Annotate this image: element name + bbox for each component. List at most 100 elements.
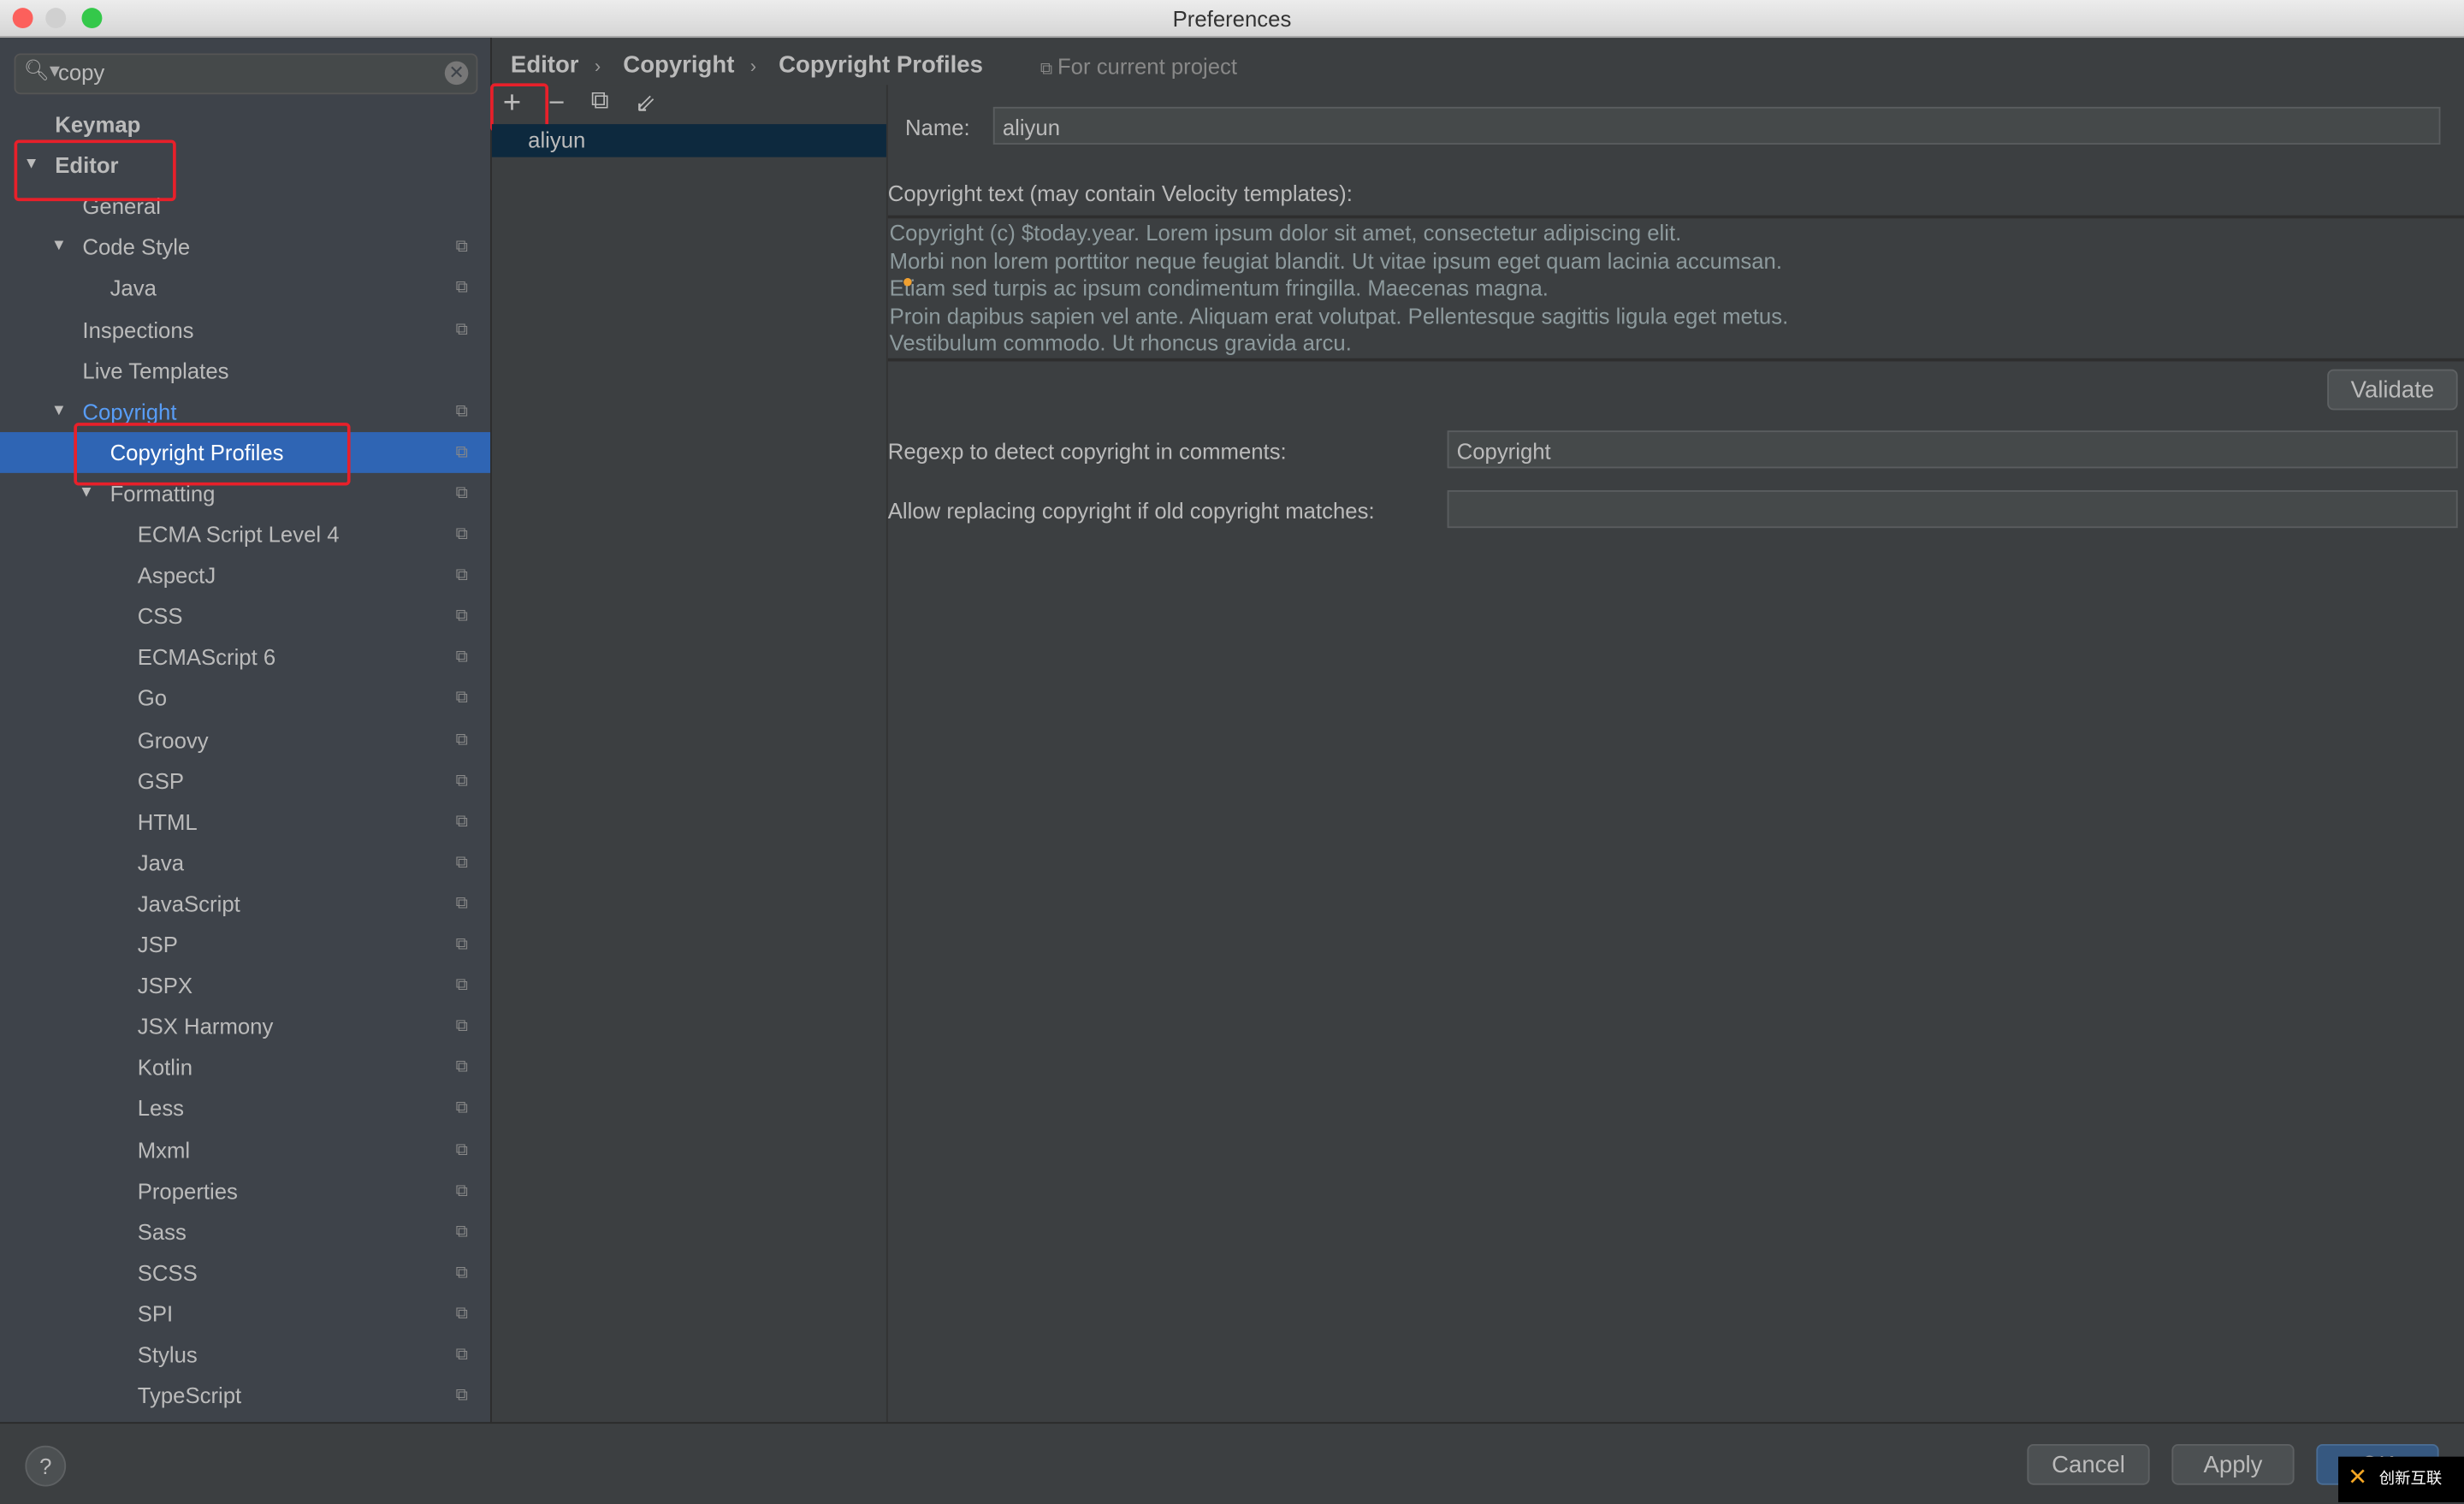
project-scope-icon: ⧉ bbox=[455, 401, 469, 421]
preferences-window: Preferences 🔍︎▾ copy ✕ Keymap ▼ Editor Gene… bbox=[0, 0, 2464, 1504]
project-scope-icon: ⧉ bbox=[455, 278, 469, 298]
watermark-logo: ✕ 创新互联 bbox=[2338, 1456, 2464, 1502]
zoom-window-button[interactable] bbox=[81, 8, 103, 29]
project-scope-icon: ⧉ bbox=[455, 771, 469, 790]
profiles-panel bbox=[491, 85, 888, 1424]
tree-item-label: ECMA Script Level 4 bbox=[137, 521, 340, 548]
project-scope-icon: ⧉ bbox=[455, 442, 469, 462]
tree-item[interactable]: ECMA Script Level 4 ⧉ bbox=[0, 514, 490, 555]
tree-item-label: Sass bbox=[137, 1218, 187, 1245]
clear-icon[interactable]: ✕ bbox=[444, 61, 469, 86]
tree-item[interactable]: Java ⧉ bbox=[0, 268, 490, 309]
tree-item-label: AspectJ bbox=[137, 562, 216, 589]
tree-item-label: CSS bbox=[137, 603, 183, 630]
tree-item-label: Java bbox=[137, 850, 185, 875]
project-scope-icon: ⧉ bbox=[455, 565, 469, 585]
tree-item[interactable]: Stylus ⧉ bbox=[0, 1334, 490, 1375]
tree-item[interactable]: JSX Harmony ⧉ bbox=[0, 1006, 490, 1047]
tree-item[interactable]: Properties ⧉ bbox=[0, 1170, 490, 1211]
search-input[interactable]: 🔍︎▾ copy ✕ bbox=[14, 53, 478, 95]
tree-item[interactable]: Less ⧉ bbox=[0, 1088, 490, 1129]
tree-item-label: ECMAScript 6 bbox=[137, 644, 276, 670]
project-scope-icon: ⧉ bbox=[455, 1098, 469, 1118]
tree-item[interactable]: Live Templates bbox=[0, 350, 490, 391]
highlight-editor bbox=[14, 139, 176, 202]
allow-replacing-field[interactable] bbox=[1447, 490, 2458, 529]
breadcrumb: Editor › Copyright › Copyright Profiles bbox=[510, 51, 983, 79]
tree-item-label: JSP bbox=[137, 932, 178, 957]
project-scope-icon: ⧉ bbox=[455, 812, 469, 832]
expand-arrow-icon[interactable]: ▼ bbox=[51, 227, 67, 268]
project-scope-icon: ⧉ bbox=[455, 1345, 469, 1365]
tree-item-label: Less bbox=[137, 1095, 185, 1122]
project-scope-icon: ⧉ bbox=[455, 1016, 469, 1036]
tree-item-label: JavaScript bbox=[137, 891, 240, 916]
tree-item[interactable]: Go ⧉ bbox=[0, 678, 490, 719]
project-scope-icon: ⧉ bbox=[455, 607, 469, 626]
copyright-text-label: Copyright text (may contain Velocity tem… bbox=[887, 181, 1353, 206]
title-bar: Preferences bbox=[0, 0, 2464, 38]
remove-icon[interactable]: − bbox=[548, 86, 565, 120]
tree-item[interactable]: Java ⧉ bbox=[0, 842, 490, 883]
import-icon[interactable]: ⇙ bbox=[635, 88, 656, 120]
project-scope-icon: ⧉ bbox=[455, 893, 469, 913]
project-scope-icon: ⧉ bbox=[455, 975, 469, 995]
copy-icon[interactable]: ⧉ bbox=[591, 88, 609, 116]
tree-item[interactable]: TypeScript ⧉ bbox=[0, 1375, 490, 1416]
project-scope-icon: ⧉ bbox=[455, 1057, 469, 1077]
tree-item-label: JSPX bbox=[137, 973, 193, 998]
tree-item-label: Mxml bbox=[137, 1136, 191, 1163]
tree-item[interactable]: Sass ⧉ bbox=[0, 1211, 490, 1252]
tree-item[interactable]: Keymap bbox=[0, 104, 490, 145]
tree-item-label: HTML bbox=[137, 808, 198, 834]
tree-item[interactable]: ▼ Code Style ⧉ bbox=[0, 227, 490, 268]
name-field[interactable]: aliyun bbox=[992, 106, 2441, 145]
tree-item[interactable]: Kotlin ⧉ bbox=[0, 1047, 490, 1088]
profile-list-item[interactable]: aliyun bbox=[491, 124, 886, 157]
project-scope-icon: ⧉ bbox=[455, 1263, 469, 1282]
breadcrumb-item[interactable]: Editor bbox=[511, 52, 579, 79]
tree-item-label: GSP bbox=[137, 767, 185, 793]
tree-item[interactable]: JSPX ⧉ bbox=[0, 965, 490, 1006]
regexp-field[interactable]: Copyright bbox=[1447, 430, 2458, 469]
project-scope-icon: ⧉ bbox=[455, 237, 469, 257]
project-scope-icon: ⧉ bbox=[455, 1181, 469, 1200]
tree-item[interactable]: Groovy ⧉ bbox=[0, 719, 490, 760]
tree-item-label: Code Style bbox=[82, 234, 191, 260]
search-value: copy bbox=[57, 59, 105, 86]
cancel-button[interactable]: Cancel bbox=[2027, 1443, 2150, 1485]
tree-item[interactable]: SCSS ⧉ bbox=[0, 1252, 490, 1294]
close-window-button[interactable] bbox=[12, 8, 33, 29]
breadcrumb-item[interactable]: Copyright bbox=[623, 52, 734, 79]
project-scope-icon: ⧉ bbox=[455, 852, 469, 873]
copyright-text-line: Proin dapibus sapien vel ante. Aliquam e… bbox=[889, 302, 1789, 328]
tree-item[interactable]: HTML ⧉ bbox=[0, 801, 490, 842]
tree-item[interactable]: ECMAScript 6 ⧉ bbox=[0, 637, 490, 678]
tree-item[interactable]: SPI ⧉ bbox=[0, 1293, 490, 1334]
tree-item-label: Kotlin bbox=[137, 1054, 193, 1081]
tree-item-label: TypeScript bbox=[137, 1383, 242, 1408]
expand-arrow-icon[interactable]: ▼ bbox=[51, 391, 67, 432]
minimize-window-button[interactable] bbox=[45, 8, 67, 29]
tree-item[interactable]: Mxml ⧉ bbox=[0, 1129, 490, 1170]
copyright-text-area[interactable]: Copyright (c) $today.year. Lorem ipsum d… bbox=[887, 215, 2464, 362]
tree-item[interactable]: JSP ⧉ bbox=[0, 924, 490, 965]
tree-item[interactable]: AspectJ ⧉ bbox=[0, 555, 490, 596]
project-scope-icon: ⧉ bbox=[455, 648, 469, 667]
validate-button[interactable]: Validate bbox=[2327, 369, 2458, 411]
breadcrumb-item: Copyright Profiles bbox=[779, 51, 983, 79]
tree-item[interactable]: CSS ⧉ bbox=[0, 595, 490, 637]
apply-button[interactable]: Apply bbox=[2171, 1443, 2295, 1485]
tree-item[interactable]: GSP ⧉ bbox=[0, 760, 490, 801]
tree-item[interactable]: Inspections ⧉ bbox=[0, 309, 490, 350]
lightbulb-icon[interactable]: ● bbox=[902, 270, 913, 293]
tree-item[interactable]: JavaScript ⧉ bbox=[0, 883, 490, 924]
window-title: Preferences bbox=[1172, 6, 1292, 32]
project-scope-icon: ⧉ bbox=[455, 1222, 469, 1241]
project-scope-icon: ⧉ bbox=[455, 934, 469, 954]
tree-item-label: Groovy bbox=[137, 726, 209, 752]
tree-item-label: Inspections bbox=[82, 317, 194, 342]
help-button[interactable]: ? bbox=[25, 1445, 67, 1487]
regexp-label: Regexp to detect copyright in comments: bbox=[887, 438, 1287, 464]
tree-item-label: Stylus bbox=[137, 1341, 198, 1367]
